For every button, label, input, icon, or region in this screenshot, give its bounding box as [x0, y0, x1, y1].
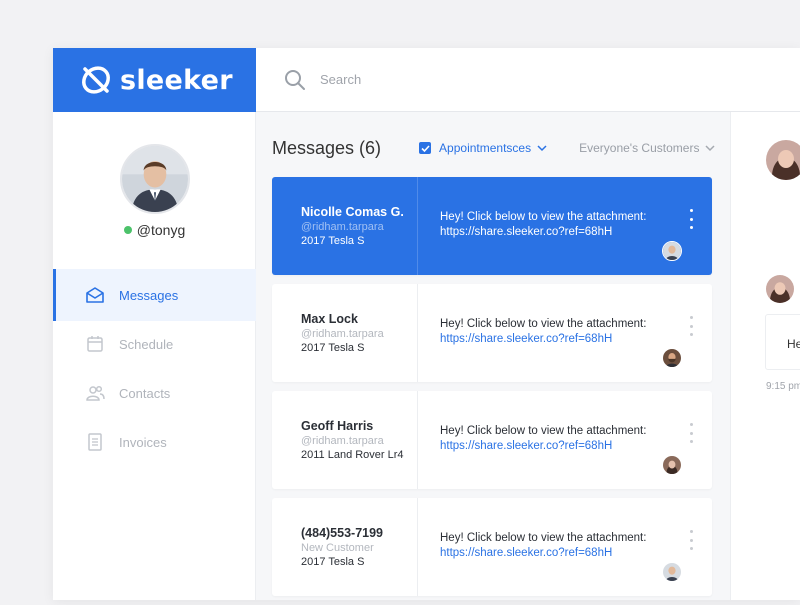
- contact-vehicle: 2017 Tesla S: [301, 235, 365, 247]
- appointments-filter[interactable]: Appointmentsces: [419, 141, 547, 155]
- message-text: Hey! Click below to view the attachment:: [440, 425, 647, 437]
- sidebar-item-label: Messages: [119, 287, 179, 303]
- app-window: sleeker @tonyg: [53, 48, 800, 600]
- brand-name: sleeker: [120, 64, 233, 96]
- sidebar-item-messages[interactable]: Messages: [53, 269, 256, 321]
- top-bar: [256, 48, 800, 112]
- contact-vehicle: 2011 Land Rover Lr4: [301, 449, 404, 461]
- sidebar-item-contacts[interactable]: Contacts: [53, 367, 256, 419]
- message-preview: Hey! Click below to view the attachment:…: [418, 498, 712, 596]
- message-text: Hey! Click below to view the attachment:: [440, 211, 647, 223]
- sidebar-item-invoices[interactable]: Invoices: [53, 416, 256, 468]
- envelope-icon: [86, 287, 104, 303]
- contact-name: Max Lock: [301, 312, 358, 326]
- handle-row: @tonyg: [53, 222, 256, 238]
- message-card[interactable]: Nicolle Comas G. @ridham.tarpara 2017 Te…: [272, 177, 712, 275]
- message-card[interactable]: Max Lock @ridham.tarpara 2017 Tesla S He…: [272, 284, 712, 382]
- people-icon: [86, 385, 105, 401]
- message-card[interactable]: (484)553-7199 New Customer 2017 Tesla S …: [272, 498, 712, 596]
- chevron-down-icon: [537, 145, 547, 152]
- avatar: [662, 348, 682, 368]
- contact-name: (484)553-7199: [301, 526, 384, 540]
- contact-name: Nicolle Comas G.: [301, 205, 404, 219]
- search-input[interactable]: [320, 72, 620, 87]
- contact-name: Geoff Harris: [301, 419, 374, 433]
- attachment-link[interactable]: https://share.sleeker.co?ref=68hH: [440, 440, 712, 452]
- more-options-icon[interactable]: [688, 316, 694, 336]
- message-preview: Hey! Click below to view the attachment:…: [418, 391, 712, 489]
- contact-handle: @ridham.tarpara: [301, 328, 384, 340]
- attachment-link[interactable]: https://share.sleeker.co?ref=68hH: [440, 333, 712, 345]
- sidebar-item-label: Invoices: [119, 434, 167, 450]
- contact-info: Max Lock @ridham.tarpara 2017 Tesla S: [272, 284, 418, 382]
- user-profile: @tonyg: [53, 144, 256, 238]
- messages-panel: Messages (6) Appointmentsces Everyone's …: [256, 112, 730, 600]
- calendar-icon: [87, 336, 103, 352]
- more-options-icon[interactable]: [688, 209, 694, 229]
- contact-info: Geoff Harris @ridham.tarpara 2011 Land R…: [272, 391, 418, 489]
- avatar: [662, 455, 682, 475]
- filter-label: Everyone's Customers: [579, 141, 700, 155]
- customers-filter[interactable]: Everyone's Customers: [579, 141, 715, 155]
- filter-checkbox[interactable]: [419, 142, 432, 154]
- avatar-photo: [121, 146, 188, 212]
- message-card[interactable]: Geoff Harris @ridham.tarpara 2011 Land R…: [272, 391, 712, 489]
- message-timestamp: 9:15 pm: [766, 381, 800, 392]
- sidebar-item-label: Schedule: [119, 336, 174, 352]
- contact-vehicle: 2017 Tesla S: [301, 342, 365, 354]
- filter-label: Appointmentsces: [439, 141, 532, 155]
- more-options-icon[interactable]: [688, 423, 694, 443]
- contact-vehicle: 2017 Tesla S: [301, 556, 365, 568]
- contact-info: Nicolle Comas G. @ridham.tarpara 2017 Te…: [272, 177, 418, 275]
- message-preview: Hey! Click below to view the attachment:…: [418, 177, 712, 275]
- avatar[interactable]: [766, 140, 800, 180]
- chat-bubble: Hey: [765, 314, 800, 370]
- user-handle: @tonyg: [136, 222, 186, 238]
- avatar: [662, 562, 682, 582]
- check-icon: [420, 144, 430, 152]
- sidebar-item-schedule[interactable]: Schedule: [53, 318, 256, 370]
- conversation-pane: Hey 9:15 pm: [730, 112, 800, 600]
- brand-header[interactable]: sleeker: [53, 48, 256, 112]
- contact-handle: @ridham.tarpara: [301, 221, 384, 233]
- online-status-dot: [123, 226, 132, 234]
- contact-info: (484)553-7199 New Customer 2017 Tesla S: [272, 498, 418, 596]
- attachment-link[interactable]: https://share.sleeker.co?ref=68hH: [440, 547, 712, 559]
- sidebar: @tonyg Messages Schedule Contacts Invoic…: [53, 112, 256, 600]
- message-text: Hey! Click below to view the attachment:: [440, 318, 647, 330]
- more-options-icon[interactable]: [688, 530, 694, 550]
- sleeker-logo-icon: [82, 66, 110, 94]
- search-icon[interactable]: [284, 69, 306, 91]
- sidebar-nav: Messages Schedule Contacts Invoices: [53, 269, 256, 465]
- chevron-down-icon: [705, 145, 715, 152]
- list-header: Messages (6) Appointmentsces Everyone's …: [272, 136, 730, 160]
- message-preview: Hey! Click below to view the attachment:…: [418, 284, 712, 382]
- contact-handle: @ridham.tarpara: [301, 435, 384, 447]
- attachment-link[interactable]: https://share.sleeker.co?ref=68hH: [440, 226, 712, 238]
- contact-handle: New Customer: [301, 542, 374, 554]
- message-text: Hey! Click below to view the attachment:: [440, 532, 647, 544]
- avatar: [766, 275, 794, 303]
- avatar[interactable]: [119, 144, 190, 214]
- page-title: Messages (6): [272, 137, 382, 158]
- sidebar-item-label: Contacts: [119, 385, 171, 401]
- avatar: [662, 241, 682, 261]
- message-list: Nicolle Comas G. @ridham.tarpara 2017 Te…: [272, 177, 712, 605]
- document-icon: [88, 433, 102, 451]
